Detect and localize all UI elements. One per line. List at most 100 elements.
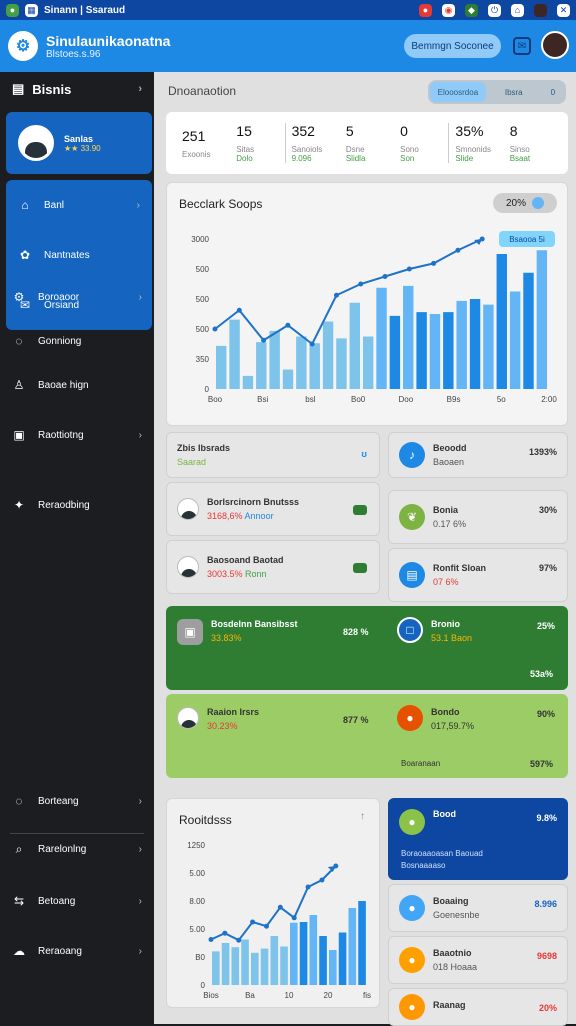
- stat-tile[interactable]: ♪ Beoodd Baoaen 1393%: [388, 432, 568, 478]
- sidebar-item-3[interactable]: ▣ Raottiotng ›: [0, 418, 154, 452]
- stat-tile[interactable]: ▤ Ronfit Sloan 07 6% 97%: [388, 548, 568, 602]
- sidebar-header[interactable]: ▤ Bisnis ›: [0, 72, 154, 106]
- stat-tile[interactable]: ❦ Bonia 0.17 6% 30%: [388, 490, 568, 544]
- kpi-0: 251 Exoonis: [176, 128, 230, 159]
- bar: [348, 908, 357, 985]
- kpi-label: Sitas: [236, 145, 255, 154]
- header-action-button[interactable]: Bemmgn Soconee: [404, 34, 501, 58]
- tile-name: Ronfit Sloan: [433, 563, 486, 573]
- notification-icon[interactable]: ●: [419, 3, 432, 17]
- sidebar-item-settings[interactable]: ✿ Nantnates: [6, 230, 152, 280]
- tile-value: 1393%: [528, 447, 557, 457]
- sidebar-item-0[interactable]: ⚙ Boroaoor ›: [0, 280, 154, 314]
- x-tick-label: Bios: [203, 991, 219, 1000]
- x-tick-label: Ba: [245, 991, 255, 1000]
- segment-1[interactable]: Ibsra: [486, 82, 542, 102]
- tile-value: 20%: [538, 1003, 557, 1013]
- banner-lime[interactable]: Raaion Irsrs 30.23% 877 % ● Bondo 017,59.7…: [166, 694, 568, 778]
- bottom-tile[interactable]: ● Boaaing Goenesnbe 8.996: [388, 884, 568, 932]
- kpi-note: Dolo: [236, 154, 253, 163]
- profile-card[interactable]: Sanlas ★★ 33.90: [6, 112, 152, 174]
- sidebar-item-4[interactable]: ✦ Reraodbing: [0, 488, 154, 522]
- bar: [329, 950, 337, 985]
- app-header: ⚙ Sinulaunikaonatna Blstoes.s.96 Bemmgn …: [0, 20, 576, 72]
- line-point: [431, 260, 437, 266]
- grid-icon[interactable]: ▦: [25, 3, 38, 17]
- bottom-tile[interactable]: ● Bood 9.8% Boraoaaoasan Baouad Bosnaaaaso: [388, 798, 568, 880]
- music-icon: ♪: [399, 442, 425, 468]
- bottom-tile[interactable]: ● Raanag 20%: [388, 988, 568, 1026]
- home-icon[interactable]: ⌂: [511, 3, 524, 17]
- user-avatar[interactable]: [541, 31, 569, 59]
- avatar-icon[interactable]: [534, 3, 547, 17]
- info-icon[interactable]: ʊ: [361, 449, 367, 459]
- bar: [358, 901, 366, 985]
- banner-right-name: Bondo: [431, 707, 460, 717]
- kpi-label: Sono: [400, 145, 419, 154]
- y-tick-label: 3000: [191, 235, 209, 244]
- y-tick-label: 8.00: [189, 897, 205, 906]
- bar: [309, 343, 320, 389]
- sidebar-item-label: Nantnates: [44, 249, 90, 261]
- close-icon[interactable]: ✕: [557, 3, 570, 17]
- bar: [212, 951, 220, 985]
- list-item[interactable]: Borlsrcinorn Bnutsss 3168,6% Annoor: [166, 482, 380, 536]
- kpi-note: Slide: [455, 154, 474, 163]
- bar: [241, 939, 249, 985]
- line-point: [358, 281, 364, 287]
- kpi-note: Slidla: [345, 154, 366, 163]
- kpi-6: 8 Sinso Bsaat: [504, 123, 558, 163]
- chat-icon[interactable]: ●: [6, 3, 19, 17]
- tile-value: 9698: [536, 951, 557, 961]
- main-content: Dnoanaotion Elooosrdoa Ibsra 0 251 Exooni…: [154, 72, 576, 1026]
- line-point: [309, 341, 315, 347]
- line-point: [455, 247, 461, 253]
- bar: [469, 299, 481, 389]
- sidebar-item-7[interactable]: ⇆ Betoang ›: [0, 884, 154, 918]
- series-line: [214, 238, 483, 346]
- sidebar-item-1[interactable]: ◌ Gonniong: [0, 324, 154, 358]
- leaf-icon: ❦: [399, 504, 425, 530]
- banner-value: 828 %: [343, 627, 369, 637]
- bottom-tile[interactable]: ● Baaotnio 018 Hoaaa 9698: [388, 936, 568, 984]
- line-point: [236, 937, 242, 943]
- bar: [269, 330, 280, 389]
- bar: [362, 336, 374, 389]
- bar: [319, 936, 327, 985]
- cloud-icon: ☁: [13, 944, 25, 958]
- kpi-value: 352: [291, 123, 315, 139]
- chart-card-secondary: Rooitdsss ↑ 0 B0 5.00 8.00 5.00 1250 Bios Ba 10 2…: [166, 798, 380, 1008]
- sidebar-item-5[interactable]: ◌ Borteang ›: [0, 784, 154, 818]
- apps-icon[interactable]: ◆: [465, 3, 478, 17]
- sidebar-item-2[interactable]: ♙ Baoae hign: [0, 368, 154, 402]
- y-tick-label: 1250: [187, 841, 205, 850]
- chevron-right-icon: ›: [138, 83, 142, 95]
- list-item-name: Borlsrcinorn Bnutsss: [207, 497, 300, 507]
- sidebar-item-home[interactable]: ⌂ Banl ›: [6, 180, 152, 230]
- sidebar-item-label: Baoae hign: [38, 379, 89, 391]
- sidebar-item-6[interactable]: ⌕ Rarelonlng ›: [0, 832, 154, 866]
- banner-name: Bosdelnn Bansibsst: [211, 619, 298, 629]
- banner-right-value: 25%: [536, 621, 555, 631]
- image-icon: ▣: [177, 619, 203, 645]
- banner-sub: 30.23%: [207, 721, 238, 731]
- message-icon[interactable]: ✉: [513, 37, 531, 55]
- list-item[interactable]: Baosoand Baotad 3003.5% Ronn: [166, 540, 380, 594]
- sidebar-item-8[interactable]: ☁ Reraoang ›: [0, 934, 154, 968]
- segment-2[interactable]: 0: [542, 82, 564, 102]
- x-tick-label: 10: [285, 991, 294, 1000]
- settings-icon[interactable]: ◉: [442, 3, 455, 17]
- kpi-value: 8: [509, 123, 518, 139]
- sidebar-title: Bisnis: [32, 81, 72, 97]
- segment-0[interactable]: Elooosrdoa: [430, 82, 486, 102]
- chat-icon: ◌: [15, 794, 23, 808]
- list-header: Zbis Ibsrads Saarad ʊ: [166, 432, 380, 478]
- kpi-3: 5 Dsne Slidla: [340, 123, 394, 163]
- bar: [389, 315, 401, 389]
- tile-sub: 018 Hoaaa: [433, 962, 478, 972]
- banner-green[interactable]: ▣ Bosdelnn Bansibsst 33.83% 828 % □ Broni…: [166, 606, 568, 690]
- kpi-2: 352 Sanoiols 9.096: [284, 123, 340, 163]
- x-tick-label: fis: [363, 991, 371, 1000]
- chevron-right-icon: ›: [138, 795, 142, 807]
- power-icon[interactable]: ⏻: [488, 3, 501, 17]
